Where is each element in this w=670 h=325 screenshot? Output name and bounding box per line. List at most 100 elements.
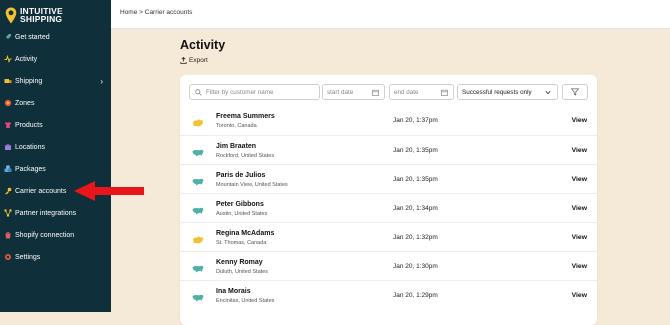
search-placeholder: Filter by customer name (206, 88, 274, 96)
sidebar-item-shipping[interactable]: Shipping › (0, 71, 111, 91)
customer-name: Regina McAdams (216, 230, 275, 237)
request-date: Jan 20, 1:37pm (393, 117, 438, 124)
customer-name: Freema Summers (216, 113, 275, 120)
view-link[interactable]: View (572, 176, 587, 183)
calendar-icon (441, 89, 448, 96)
customer-location: Mountain View, United States (216, 182, 288, 188)
sidebar-item-partner-integrations[interactable]: Partner integrations (0, 203, 111, 223)
view-link[interactable]: View (572, 234, 587, 241)
rocket-icon (4, 33, 12, 41)
us-map-icon (192, 203, 204, 215)
integrations-icon (4, 209, 12, 217)
request-date: Jan 20, 1:30pm (393, 263, 438, 270)
brand-line2: SHIPPING (20, 14, 63, 24)
request-date: Jan 20, 1:29pm (393, 292, 438, 299)
brand-logo[interactable]: INTUITIVE SHIPPING (5, 4, 63, 26)
customer-location: Encinitas, United States (216, 298, 275, 304)
status-select-value: Successful requests only (462, 88, 532, 96)
view-link[interactable]: View (572, 147, 587, 154)
customer-name: Ina Morais (216, 288, 251, 295)
canada-map-icon (192, 115, 204, 127)
list-item: Kenny Romay Duluth, United States Jan 20, … (180, 251, 597, 281)
key-icon (4, 187, 12, 195)
sidebar-item-products[interactable]: Products (0, 115, 111, 135)
view-link[interactable]: View (572, 205, 587, 212)
sidebar-item-label: Partner integrations (15, 209, 77, 217)
sidebar-item-settings[interactable]: Settings (0, 247, 111, 267)
us-map-icon (192, 261, 204, 273)
customer-location: Austin, United States (216, 211, 268, 217)
customer-location: Rockford, United States (216, 153, 275, 159)
list-item: Peter Gibbons Austin, United States Jan 20… (180, 193, 597, 223)
export-button[interactable]: Export (180, 57, 208, 64)
activity-card: Filter by customer name start date end d… (180, 75, 597, 325)
customer-location: Duluth, United States (216, 269, 268, 275)
customer-name: Kenny Romay (216, 259, 263, 266)
canada-map-icon (192, 232, 204, 244)
search-icon (195, 88, 202, 96)
filter-icon (571, 88, 579, 96)
list-item: Ina Morais Encinitas, United States Jan 20… (180, 280, 597, 310)
sidebar-item-label: Products (15, 121, 43, 129)
us-map-icon (192, 174, 204, 186)
filter-button[interactable] (562, 84, 588, 100)
sidebar-item-packages[interactable]: Packages (0, 159, 111, 179)
status-select[interactable]: Successful requests only (457, 84, 558, 100)
customer-search-input[interactable]: Filter by customer name (189, 84, 320, 100)
customer-name: Paris de Julios (216, 172, 266, 179)
us-map-icon (192, 290, 204, 302)
activity-icon (4, 55, 12, 63)
list-item: Paris de Julios Mountain View, United Sta… (180, 164, 597, 194)
sidebar-item-label: Shopify connection (15, 231, 75, 239)
request-date: Jan 20, 1:32pm (393, 234, 438, 241)
end-date-input[interactable]: end date (389, 84, 454, 100)
sidebar-item-get-started[interactable]: Get started (0, 27, 111, 47)
sidebar-item-label: Carrier accounts (15, 187, 67, 195)
export-label: Export (189, 57, 208, 64)
customer-location: St. Thomas, Canada (216, 240, 267, 246)
sidebar-item-label: Shipping (15, 77, 43, 85)
location-pin-icon (5, 7, 17, 23)
sidebar: INTUITIVE SHIPPING Get started Activity … (0, 0, 111, 312)
start-date-placeholder: start date (327, 88, 354, 96)
sidebar-item-label: Settings (15, 253, 41, 261)
chevron-down-icon (545, 90, 551, 94)
end-date-placeholder: end date (394, 88, 419, 96)
calendar-icon (372, 89, 379, 96)
chevron-right-icon: › (100, 76, 103, 86)
request-date: Jan 20, 1:35pm (393, 176, 438, 183)
request-date: Jan 20, 1:35pm (393, 147, 438, 154)
top-bar: Home > Carrier accounts (111, 0, 670, 29)
sidebar-item-locations[interactable]: Locations (0, 137, 111, 157)
sidebar-item-activity[interactable]: Activity (0, 49, 111, 69)
customer-location: Toronto, Canada (216, 123, 257, 129)
sidebar-item-label: Get started (15, 33, 50, 41)
sidebar-item-label: Activity (15, 55, 38, 63)
customer-name: Jim Braaten (216, 143, 257, 150)
list-item: Freema Summers Toronto, Canada Jan 20, 1:3… (180, 106, 597, 135)
start-date-input[interactable]: start date (322, 84, 385, 100)
breadcrumb[interactable]: Home > Carrier accounts (120, 9, 192, 16)
sidebar-item-label: Locations (15, 143, 45, 151)
view-link[interactable]: View (572, 292, 587, 299)
locations-icon (4, 143, 12, 151)
sidebar-item-label: Zones (15, 99, 35, 107)
zones-icon (4, 99, 12, 107)
sidebar-item-zones[interactable]: Zones (0, 93, 111, 113)
packages-icon (4, 165, 12, 173)
gear-icon (4, 253, 12, 261)
annotation-arrow (74, 181, 144, 201)
brand-name: INTUITIVE SHIPPING (20, 6, 63, 24)
view-link[interactable]: View (572, 263, 587, 270)
us-map-icon (192, 145, 204, 157)
sidebar-item-shopify-connection[interactable]: Shopify connection (0, 225, 111, 245)
shipping-icon (4, 77, 12, 85)
customer-name: Peter Gibbons (216, 201, 264, 208)
sidebar-item-label: Packages (15, 165, 46, 173)
list-item: Jim Braaten Rockford, United States Jan 20… (180, 135, 597, 165)
view-link[interactable]: View (572, 117, 587, 124)
page-title: Activity (180, 38, 226, 52)
shopify-icon (4, 231, 12, 239)
request-date: Jan 20, 1:34pm (393, 205, 438, 212)
list-item: Regina McAdams St. Thomas, Canada Jan 20, … (180, 222, 597, 252)
